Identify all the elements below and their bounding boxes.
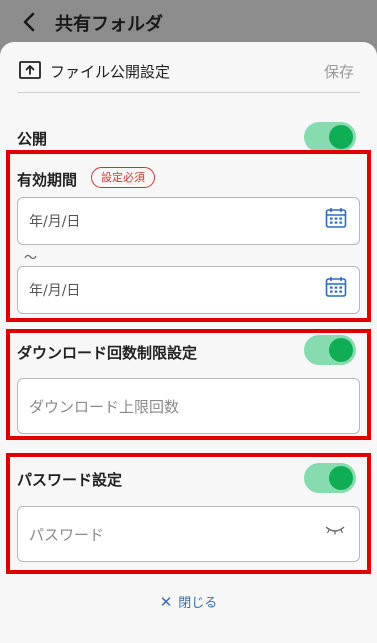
public-toggle[interactable] [304,122,356,152]
download-limit-label: ダウンロード回数制限設定 [17,344,198,362]
password-toggle[interactable] [304,463,356,493]
password-label: パスワード設定 [17,471,123,489]
start-date-placeholder: 年/月/日 [29,214,81,230]
validity-label: 有効期間 [17,171,78,189]
close-icon: ✕ [159,593,173,611]
back-arrow-icon[interactable] [18,10,42,34]
toggle-knob [329,338,353,362]
end-date-field[interactable]: 年/月/日 [17,266,360,314]
end-date-placeholder: 年/月/日 [29,283,81,299]
toggle-knob [329,466,353,490]
sheet-header: ファイル公開設定 保存 [17,56,360,93]
sheet-title: ファイル公開設定 [50,63,171,81]
calendar-icon[interactable] [325,207,347,229]
page-title: 共有フォルダ [55,14,163,35]
top-bar: 共有フォルダ [0,0,377,44]
upload-icon [19,61,41,79]
download-limit-placeholder: ダウンロード上限回数 [29,397,180,416]
start-date-field[interactable]: 年/月/日 [17,197,360,245]
eye-closed-icon[interactable] [325,525,345,535]
public-label: 公開 [17,130,48,148]
settings-sheet: ファイル公開設定 保存 公開 有効期間 設定必須 年/月/日 ～ 年/月/日 ダ… [0,42,377,643]
required-badge: 設定必須 [91,167,155,188]
password-input[interactable]: パスワード [17,506,360,562]
date-range-separator: ～ [24,251,38,266]
download-limit-input[interactable]: ダウンロード上限回数 [17,378,360,434]
calendar-icon[interactable] [325,276,347,298]
save-button[interactable]: 保存 [324,61,354,82]
close-button[interactable]: ✕ 閉じる [0,592,377,611]
password-placeholder: パスワード [29,525,105,544]
toggle-knob [329,125,353,149]
close-label: 閉じる [178,596,218,611]
download-limit-toggle[interactable] [304,335,356,365]
